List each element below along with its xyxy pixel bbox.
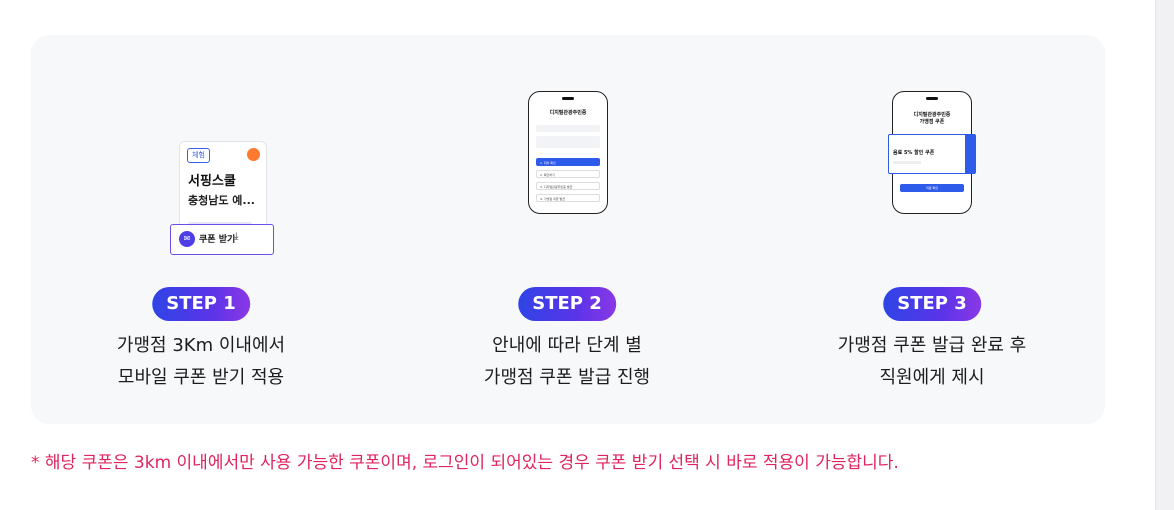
- step-desc-line2: 모바일 쿠폰 받기 적용: [117, 367, 285, 388]
- step-3-illustration: 디지털관광주민증 가맹점 쿠폰 직원 확인 음료 5% 할인 쿠폰: [782, 85, 1082, 275]
- category-tag: 체험: [187, 148, 210, 163]
- step-desc-line1: 안내에 따라 단계 별: [492, 335, 642, 356]
- phone-title: 디지털관광주민증 가맹점 쿠폰: [893, 112, 971, 126]
- phone-step-row: 2. 확인하기: [536, 170, 600, 178]
- step-desc-line2: 직원에게 제시: [879, 367, 985, 388]
- phone-info-box: [536, 125, 600, 132]
- vertical-scrollbar[interactable]: [1155, 0, 1174, 510]
- step-2: 디지털관광주민증 1. 위치 확인 2. 확인하기 3. 디지털관광주민증 발급…: [417, 35, 717, 424]
- coupon-button-label: 쿠폰 받기: [199, 235, 236, 245]
- phone-notch: [562, 97, 574, 100]
- step-description: 안내에 따라 단계 별 가맹점 쿠폰 발급 진행: [417, 330, 717, 394]
- steps-panel: 체험 서핑스쿨 충청남도 예... ✉ 쿠폰 받기 ⤓ STEP 1 가맹점 3…: [31, 35, 1105, 424]
- step-description: 가맹점 쿠폰 발급 완료 후 직원에게 제시: [782, 330, 1082, 394]
- step-badge: STEP 3: [883, 287, 981, 321]
- popup-coupon-title: 음료 5% 할인 쿠폰: [893, 150, 935, 156]
- phone-title-line1: 디지털관광주민증: [913, 112, 951, 118]
- phone-mockup: 디지털관광주민증 1. 위치 확인 2. 확인하기 3. 디지털관광주민증 발급…: [528, 91, 608, 214]
- step-desc-line1: 가맹점 3Km 이내에서: [116, 335, 286, 356]
- step-2-illustration: 디지털관광주민증 1. 위치 확인 2. 확인하기 3. 디지털관광주민증 발급…: [417, 85, 717, 275]
- card-title: 서핑스쿨: [188, 174, 236, 189]
- step-badge: STEP 1: [152, 287, 250, 321]
- phone-notch: [926, 97, 938, 100]
- popup-faded-text: [893, 161, 921, 164]
- step-3: 디지털관광주민증 가맹점 쿠폰 직원 확인 음료 5% 할인 쿠폰 STEP 3…: [782, 35, 1082, 424]
- card-subtitle: 충청남도 예...: [188, 194, 255, 207]
- coupon-note: * 해당 쿠폰은 3km 이내에서만 사용 가능한 쿠폰이며, 로그인이 되어있…: [31, 453, 899, 473]
- step-desc-line2: 가맹점 쿠폰 발급 진행: [483, 367, 651, 388]
- step-desc-line1: 가맹점 쿠폰 발급 완료 후: [837, 335, 1027, 356]
- step-badge: STEP 2: [518, 287, 616, 321]
- phone-step-row: 1. 위치 확인: [536, 158, 600, 166]
- phone-info-box-2: [536, 136, 600, 148]
- phone-title-line2: 가맹점 쿠폰: [919, 119, 945, 125]
- step-1-illustration: 체험 서핑스쿨 충청남도 예... ✉ 쿠폰 받기 ⤓: [51, 85, 351, 275]
- popup-side-tab: [965, 135, 975, 173]
- phone-step-row: 3. 디지털관광주민증 발급: [536, 182, 600, 190]
- coupon-icon: ✉: [179, 231, 195, 247]
- coupon-receive-button: ✉ 쿠폰 받기 ⤓: [170, 224, 274, 255]
- step-description: 가맹점 3Km 이내에서 모바일 쿠폰 받기 적용: [51, 330, 351, 394]
- phone-step-row: 4. 가맹점 쿠폰 발급: [536, 194, 600, 202]
- coupon-popup: 음료 5% 할인 쿠폰: [888, 134, 976, 174]
- step-1: 체험 서핑스쿨 충청남도 예... ✉ 쿠폰 받기 ⤓ STEP 1 가맹점 3…: [51, 35, 351, 424]
- phone-confirm-button: 직원 확인: [900, 184, 964, 192]
- download-icon: ⤓: [234, 231, 239, 242]
- phone-title: 디지털관광주민증: [549, 110, 587, 116]
- bookmark-icon: [247, 148, 260, 161]
